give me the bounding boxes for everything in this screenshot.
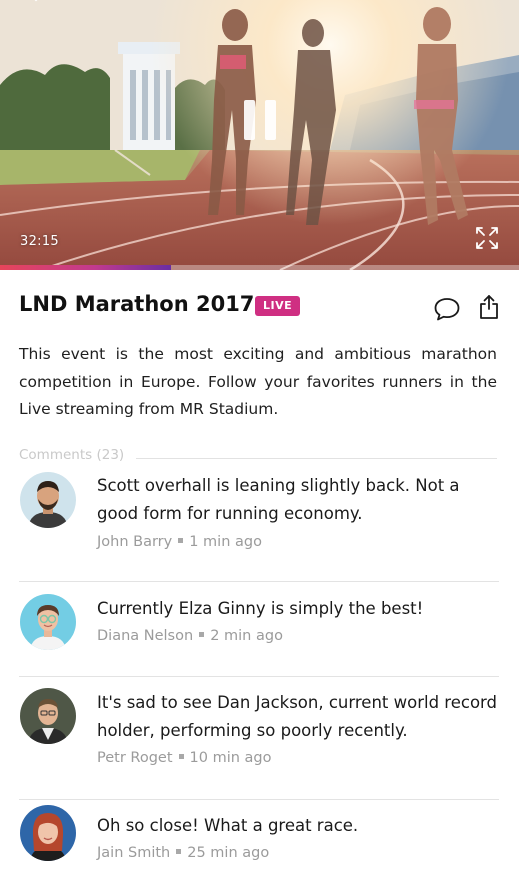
comment-author[interactable]: Jain Smith — [97, 845, 170, 861]
event-description: This event is the most exciting and ambi… — [19, 345, 497, 418]
comment-meta: John Barry 1 min ago — [97, 534, 262, 550]
avatar[interactable] — [20, 472, 76, 528]
comment-divider — [19, 581, 499, 582]
comment-time: 2 min ago — [210, 628, 283, 644]
live-badge: LIVE — [255, 296, 301, 316]
comment-divider — [19, 799, 499, 800]
avatar[interactable] — [20, 688, 76, 744]
comment-time: 10 min ago — [189, 750, 272, 766]
comment-text: Scott overhall is leaning slightly back.… — [97, 476, 460, 523]
comment-time: 1 min ago — [189, 534, 262, 550]
comment-meta: Jain Smith 25 min ago — [97, 845, 269, 861]
comment-icon[interactable] — [433, 296, 461, 322]
video-progress-bar[interactable] — [0, 265, 519, 270]
comment-text: It's sad to see Dan Jackson, current wor… — [97, 693, 498, 740]
comment-author[interactable]: Petr Roget — [97, 750, 173, 766]
comment-text: Oh so close! What a great race. — [97, 816, 359, 835]
comment-author[interactable]: Diana Nelson — [97, 628, 193, 644]
separator-dot — [199, 632, 205, 637]
comment-time: 25 min ago — [187, 845, 270, 861]
separator-dot — [176, 849, 182, 854]
avatar[interactable] — [20, 805, 76, 861]
share-icon[interactable] — [477, 294, 501, 320]
video-progress-fill — [0, 265, 172, 270]
video-player[interactable]: 32:15 — [0, 0, 519, 270]
pause-icon[interactable] — [242, 100, 278, 140]
comment-meta: Petr Roget 10 min ago — [97, 750, 272, 766]
avatar[interactable] — [20, 594, 76, 650]
separator-dot — [178, 754, 184, 759]
separator-dot — [178, 538, 184, 543]
comment-author[interactable]: John Barry — [97, 534, 172, 550]
comment-divider — [19, 676, 499, 677]
comment-text: Currently Elza Ginny is simply the best! — [97, 599, 424, 618]
comments-header: Comments (23) — [19, 444, 497, 464]
chevron-down-icon[interactable] — [28, 0, 44, 6]
video-timecode: 32:15 — [20, 234, 59, 249]
comment-meta: Diana Nelson 2 min ago — [97, 628, 283, 644]
comments-count-label: Comments (23) — [19, 447, 137, 463]
event-title: LND Marathon 2017 — [19, 292, 255, 316]
fullscreen-icon[interactable] — [474, 225, 500, 251]
